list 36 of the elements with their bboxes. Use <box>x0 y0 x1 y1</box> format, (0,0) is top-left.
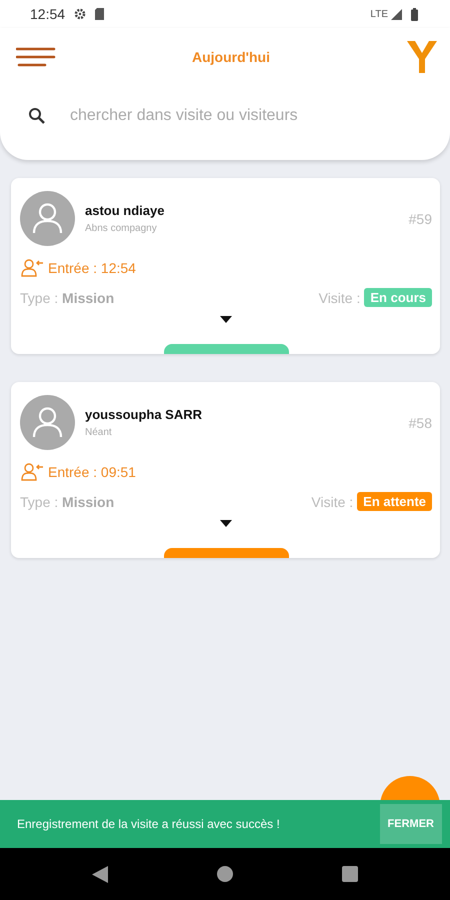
avatar-icon <box>20 395 75 450</box>
person-arrow-icon <box>20 462 44 482</box>
sd-card-icon <box>95 8 104 20</box>
expand-caret-icon[interactable] <box>220 520 232 527</box>
y-logo-icon <box>406 39 438 75</box>
company-name: Néant <box>85 427 113 438</box>
page-title: Aujourd'hui <box>192 49 270 65</box>
expand-caret-icon[interactable] <box>220 316 232 323</box>
status-badge: En attente <box>357 492 432 511</box>
visit-number: #58 <box>408 414 432 430</box>
entry-time: Entrée : 12:54 <box>48 260 136 276</box>
battery-icon <box>411 8 418 20</box>
snackbar-message: Enregistrement de la visite a réussi avec succès ! <box>17 817 280 831</box>
search-icon <box>28 107 46 125</box>
menu-icon[interactable] <box>16 46 56 68</box>
status-time: 12:54 <box>30 6 66 22</box>
home-icon[interactable] <box>217 866 233 882</box>
visit-number: #59 <box>408 210 432 226</box>
search-field[interactable]: chercher dans visite ou visiteurs <box>68 106 428 126</box>
visit-label: Visite : <box>318 290 360 306</box>
signal-icon <box>391 8 402 20</box>
company-name: Abns compagny <box>85 223 158 234</box>
visitor-name: youssoupha SARR <box>85 407 204 422</box>
gear-icon <box>74 8 86 20</box>
status-badge: En cours <box>364 288 432 307</box>
network-type: LTE <box>370 8 388 20</box>
entry-time: Entrée : 09:51 <box>48 464 136 480</box>
visit-card[interactable]: youssoupha SARR Néant #58 Entrée : 09:51 Type : Mission Visite : En attente <box>11 382 440 558</box>
visitor-name: astou ndiaye <box>85 203 166 218</box>
visit-type: Type : Mission <box>20 290 114 306</box>
visit-card[interactable]: astou ndiaye Abns compagny #59 Entrée : 12:54 Type : Mission Visite : En cours <box>11 178 440 354</box>
person-arrow-icon <box>20 258 44 278</box>
avatar-icon <box>20 191 75 246</box>
visit-type: Type : Mission <box>20 494 114 510</box>
back-icon[interactable] <box>92 866 108 882</box>
visit-label: Visite : <box>311 494 354 510</box>
